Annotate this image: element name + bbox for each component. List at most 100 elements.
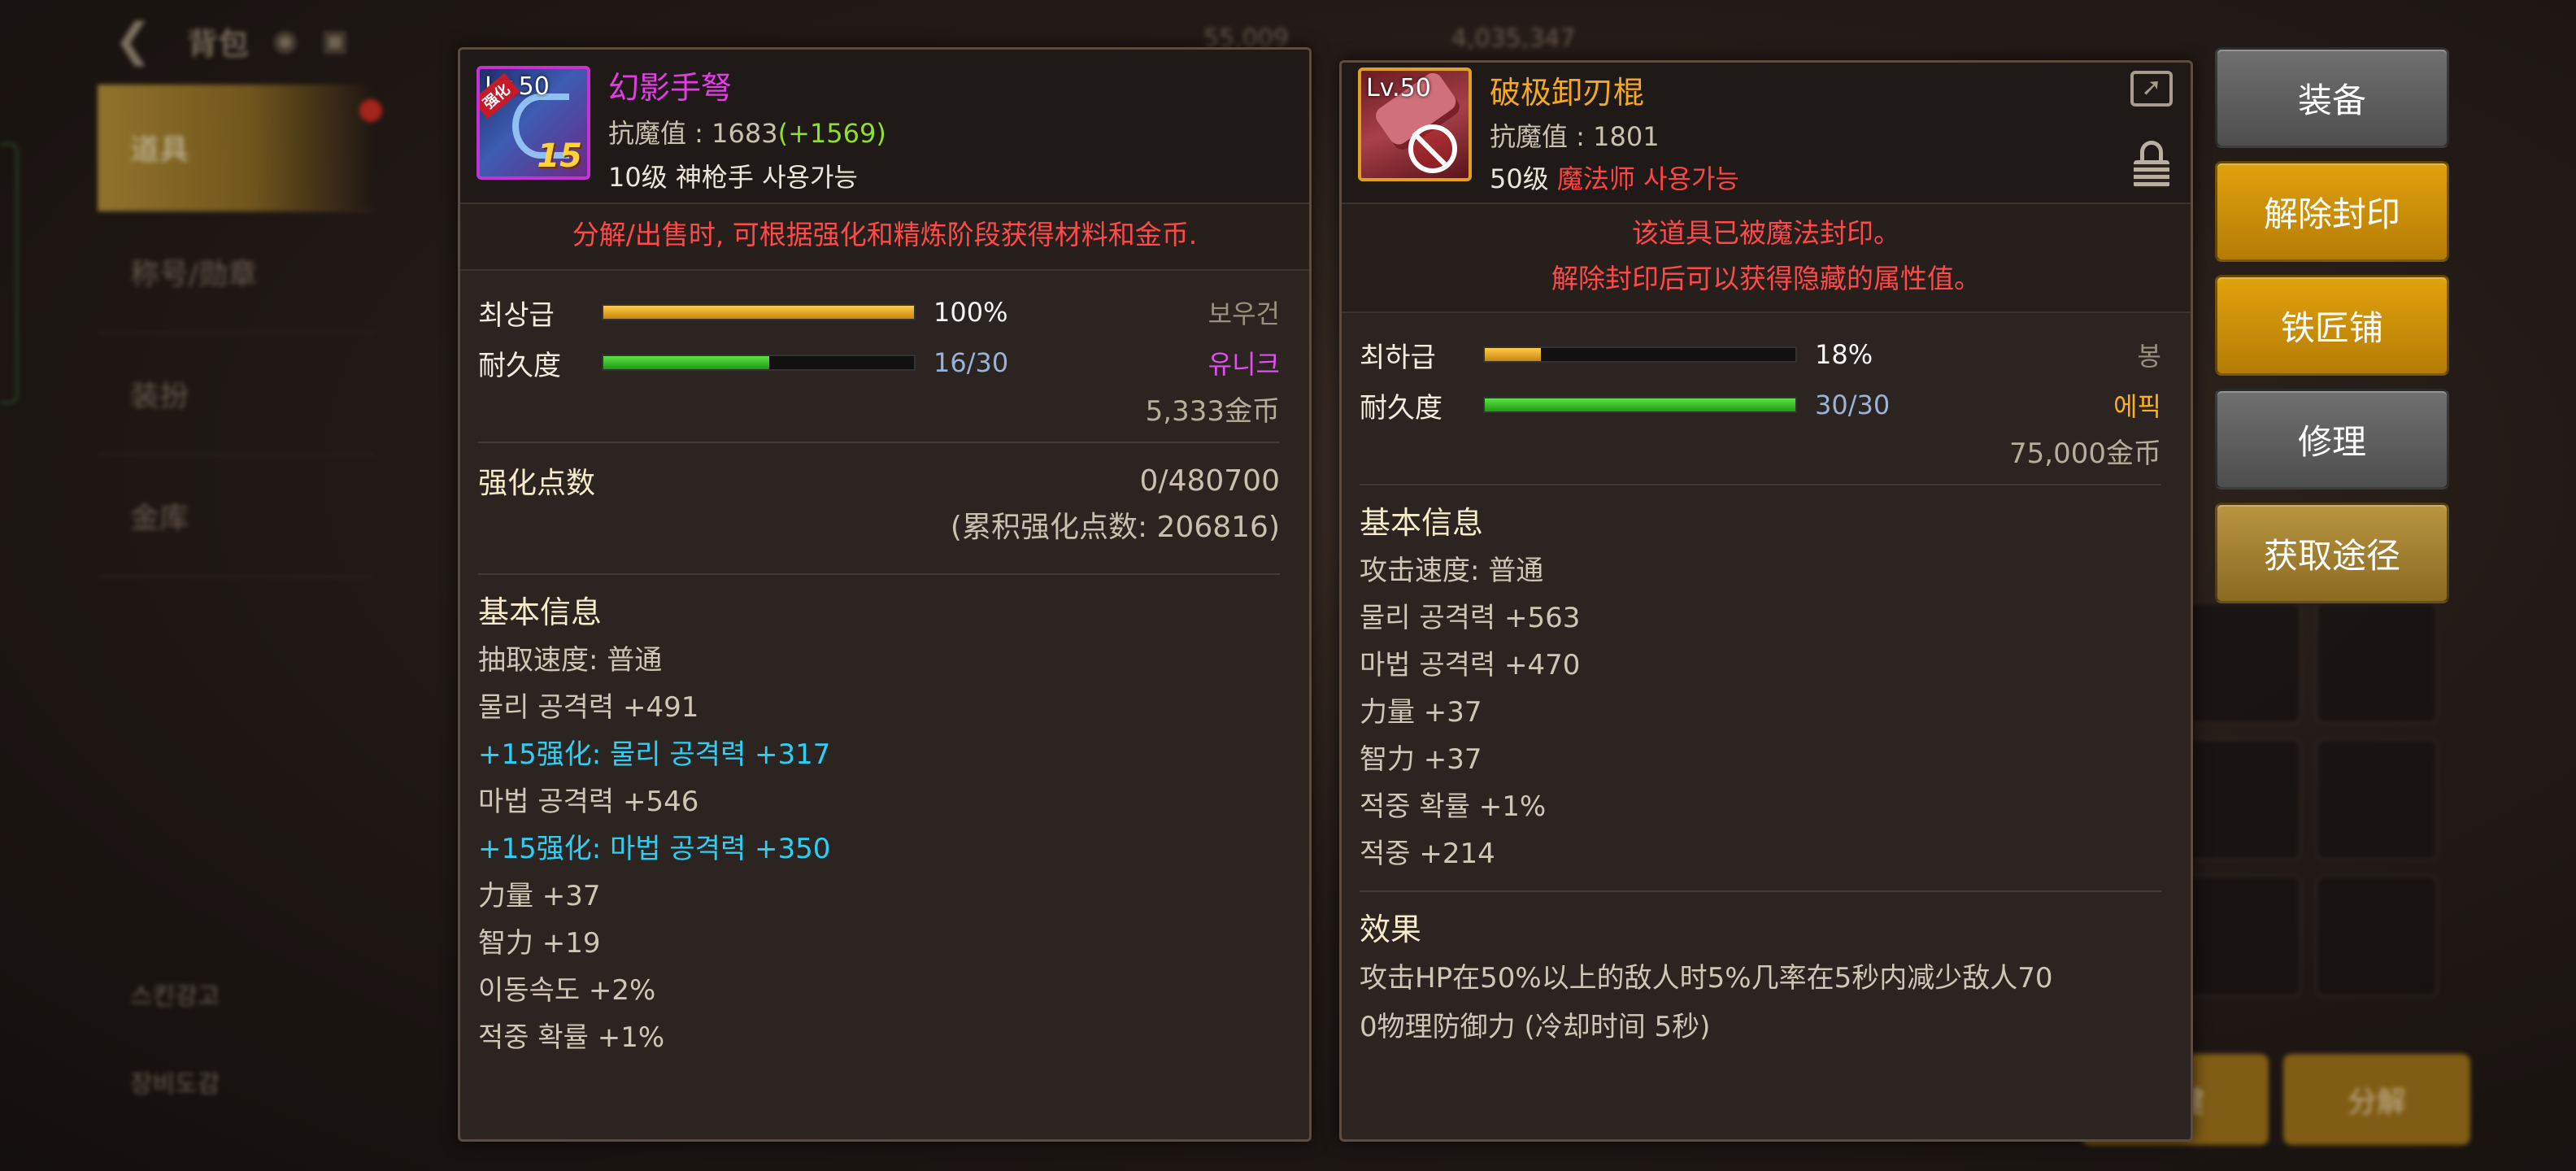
inventory-slot[interactable] (2179, 875, 2301, 997)
seal-notice: 该道具已被魔法封印。 解除封印后可以获得隐藏的属性值。 (1342, 204, 2191, 313)
blacksmith-button[interactable]: 铁匠铺 (2215, 275, 2449, 376)
durability-bar-fill (1485, 398, 1795, 411)
enhance-points-label: 强化点数 (478, 467, 596, 500)
lock-body (2134, 160, 2169, 188)
bg-currency-2: 4,035,347 (1451, 24, 1576, 53)
seal-notice-line1: 该道具已被魔法封印。 (1632, 217, 1900, 249)
bg-nav-item-vault[interactable]: 金库 (98, 455, 374, 577)
item-resist: 抗魔值 : 1683(+1569) (608, 113, 886, 150)
stat-line: 智力 +19 (478, 927, 601, 960)
bg-nav-item-titles[interactable]: 称号/勋章 (98, 211, 374, 333)
item-header: Lv.50 强化 15 幻影手弩 抗魔值 : 1683(+1569) 10级 神… (460, 50, 1309, 204)
item-price: 75,000金币 (2009, 437, 2161, 470)
durability-row: 耐久度 16/30 유니크 (478, 337, 1280, 388)
repair-button[interactable]: 修理 (2215, 389, 2449, 490)
bg-bottom-links: 스킨강고 장비도감 (130, 976, 220, 1099)
stat-line: 물리 공격력 +563 (1360, 602, 1581, 634)
item-notice: 分解/出售时, 可根据强化和精炼阶段获得材料和金币. (460, 204, 1309, 271)
notification-dot (359, 99, 382, 122)
price-row: 75,000金币 (1360, 430, 2161, 471)
grade-row: 최하급 18% 봉 (1360, 329, 2161, 380)
stat-line: 智力 +37 (1360, 743, 1482, 776)
divider (478, 442, 1280, 443)
stat-line: 攻击速度: 普通 (1360, 555, 1544, 587)
item-level-label: Lv.50 (1366, 74, 1431, 102)
item-rarity: 유니크 (1208, 349, 1280, 380)
bg-nav-item-avatar[interactable]: 装扮 (98, 333, 374, 455)
stat-line: 이동속도 +2% (478, 974, 656, 1007)
bg-top-bar: ❮ 背包 ◉ ▣ (114, 16, 348, 65)
durability-row: 耐久度 30/30 에픽 (1360, 380, 2161, 430)
item-tooltip-left: Lv.50 强化 15 幻影手弩 抗魔值 : 1683(+1569) 10级 神… (458, 47, 1312, 1142)
stat-line: 마법 공격력 +470 (1360, 649, 1581, 681)
item-type: 보우건 (1208, 298, 1280, 329)
staff-item-icon: Lv.50 (1358, 67, 1472, 181)
bg-nav-item-items[interactable]: 道具 (98, 85, 382, 211)
eye-icon[interactable]: ◉ (273, 24, 298, 57)
grade-bar-fill (1485, 348, 1541, 361)
stat-line: 마법 공격력 +546 (478, 786, 699, 818)
bg-link-equipment-book[interactable]: 장비도감 (130, 1064, 220, 1099)
req-level: 50级 (1490, 163, 1549, 194)
basic-info-title: 基本信息 (1360, 505, 1484, 541)
durability-value: 16/30 (933, 347, 1009, 378)
durability-bar (1483, 397, 1797, 413)
unseal-button[interactable]: 解除封印 (2215, 161, 2449, 262)
bg-nav-label: 装扮 (130, 380, 189, 413)
action-button-column: 装备 解除封印 铁匠铺 修理 获取途径 (2215, 47, 2449, 603)
item-body: 최하급 18% 봉 耐久度 30/30 에픽 75,000金币 基本信息 攻击速… (1342, 313, 2191, 1051)
inventory-slot[interactable] (2179, 738, 2301, 860)
seal-notice-line2: 解除封印后可以获得隐藏的属性值。 (1551, 263, 1981, 294)
divider (478, 573, 1280, 575)
divider (1360, 484, 2161, 485)
enhance-points-value: 0/480700 (1139, 464, 1280, 498)
obtain-route-button[interactable]: 获取途径 (2215, 503, 2449, 603)
item-requirement: 50级 魔法师 사용가능 (1490, 159, 1739, 196)
req-class: 魔法师 사용가능 (1556, 163, 1739, 194)
effect-title: 效果 (1360, 912, 1422, 947)
divider (1360, 890, 2161, 892)
grade-bar (602, 304, 916, 320)
bg-link-skin-storage[interactable]: 스킨강고 (130, 976, 220, 1012)
grade-row: 최상급 100% 보우건 (478, 287, 1280, 337)
enhance-level-overlay: 15 (537, 137, 582, 175)
inventory-slot[interactable] (2179, 602, 2301, 724)
stat-line: 力量 +37 (478, 880, 601, 912)
bg-nav-label: 金库 (130, 502, 189, 535)
bg-left-nav: 道具 称号/勋章 装扮 金库 (98, 85, 382, 577)
bg-disassemble-button[interactable]: 分解 (2283, 1054, 2470, 1145)
stat-line-enhance: +15强化: 마법 공격력 +350 (478, 833, 831, 865)
basic-info-title: 基本信息 (478, 594, 603, 630)
item-type: 봉 (2137, 341, 2161, 372)
stat-line-enhance: +15强化: 물리 공격력 +317 (478, 738, 831, 771)
enhance-points-total: (累积强化点数: 206816) (950, 511, 1280, 544)
req-class: 神枪手 사용가능 (675, 162, 858, 193)
stat-line: 물리 공격력 +491 (478, 691, 699, 724)
inventory-slot[interactable] (2316, 602, 2438, 724)
enhance-points-row: 强化点数 0/480700 (478, 456, 1280, 505)
item-resist: 抗魔值 : 1801 (1490, 121, 1660, 152)
effect-line: 攻击HP在50%以上的敌人时5%几率在5秒内减少敌人70 (1360, 962, 2053, 995)
grade-bar (1483, 346, 1797, 363)
resist-value: 抗魔值 : 1683 (608, 118, 778, 149)
grade-label: 최상급 (478, 298, 555, 332)
stat-line: 적중 확률 +1% (1360, 790, 1547, 823)
inventory-slot[interactable] (2316, 875, 2438, 997)
stat-line: 적중 확률 +1% (478, 1021, 665, 1054)
durability-label: 耐久度 (1360, 391, 1442, 424)
equip-button[interactable]: 装备 (2215, 47, 2449, 148)
durability-bar-fill (603, 356, 769, 369)
bg-title: 背包 (187, 25, 250, 62)
durability-value: 30/30 (1815, 390, 1891, 420)
grade-value: 18% (1815, 339, 1873, 370)
back-arrow-icon[interactable]: ❮ (114, 16, 163, 65)
price-row: 5,333金币 (478, 388, 1280, 429)
item-tooltip-right: Lv.50 破极卸刃棍 抗魔值 : 1801 50级 魔法师 사용가능 ➚ 该道… (1339, 60, 2193, 1142)
inventory-slot[interactable] (2316, 738, 2438, 860)
sort-icon[interactable]: ▣ (322, 24, 348, 57)
stat-line: 力量 +37 (1360, 696, 1482, 729)
resist-bonus: (+1569) (777, 118, 886, 149)
lock-icon[interactable] (2134, 141, 2169, 189)
share-icon[interactable]: ➚ (2130, 71, 2173, 107)
item-body: 최상급 100% 보우건 耐久度 16/30 유니크 5,333金币 强化点数 … (460, 271, 1309, 1061)
